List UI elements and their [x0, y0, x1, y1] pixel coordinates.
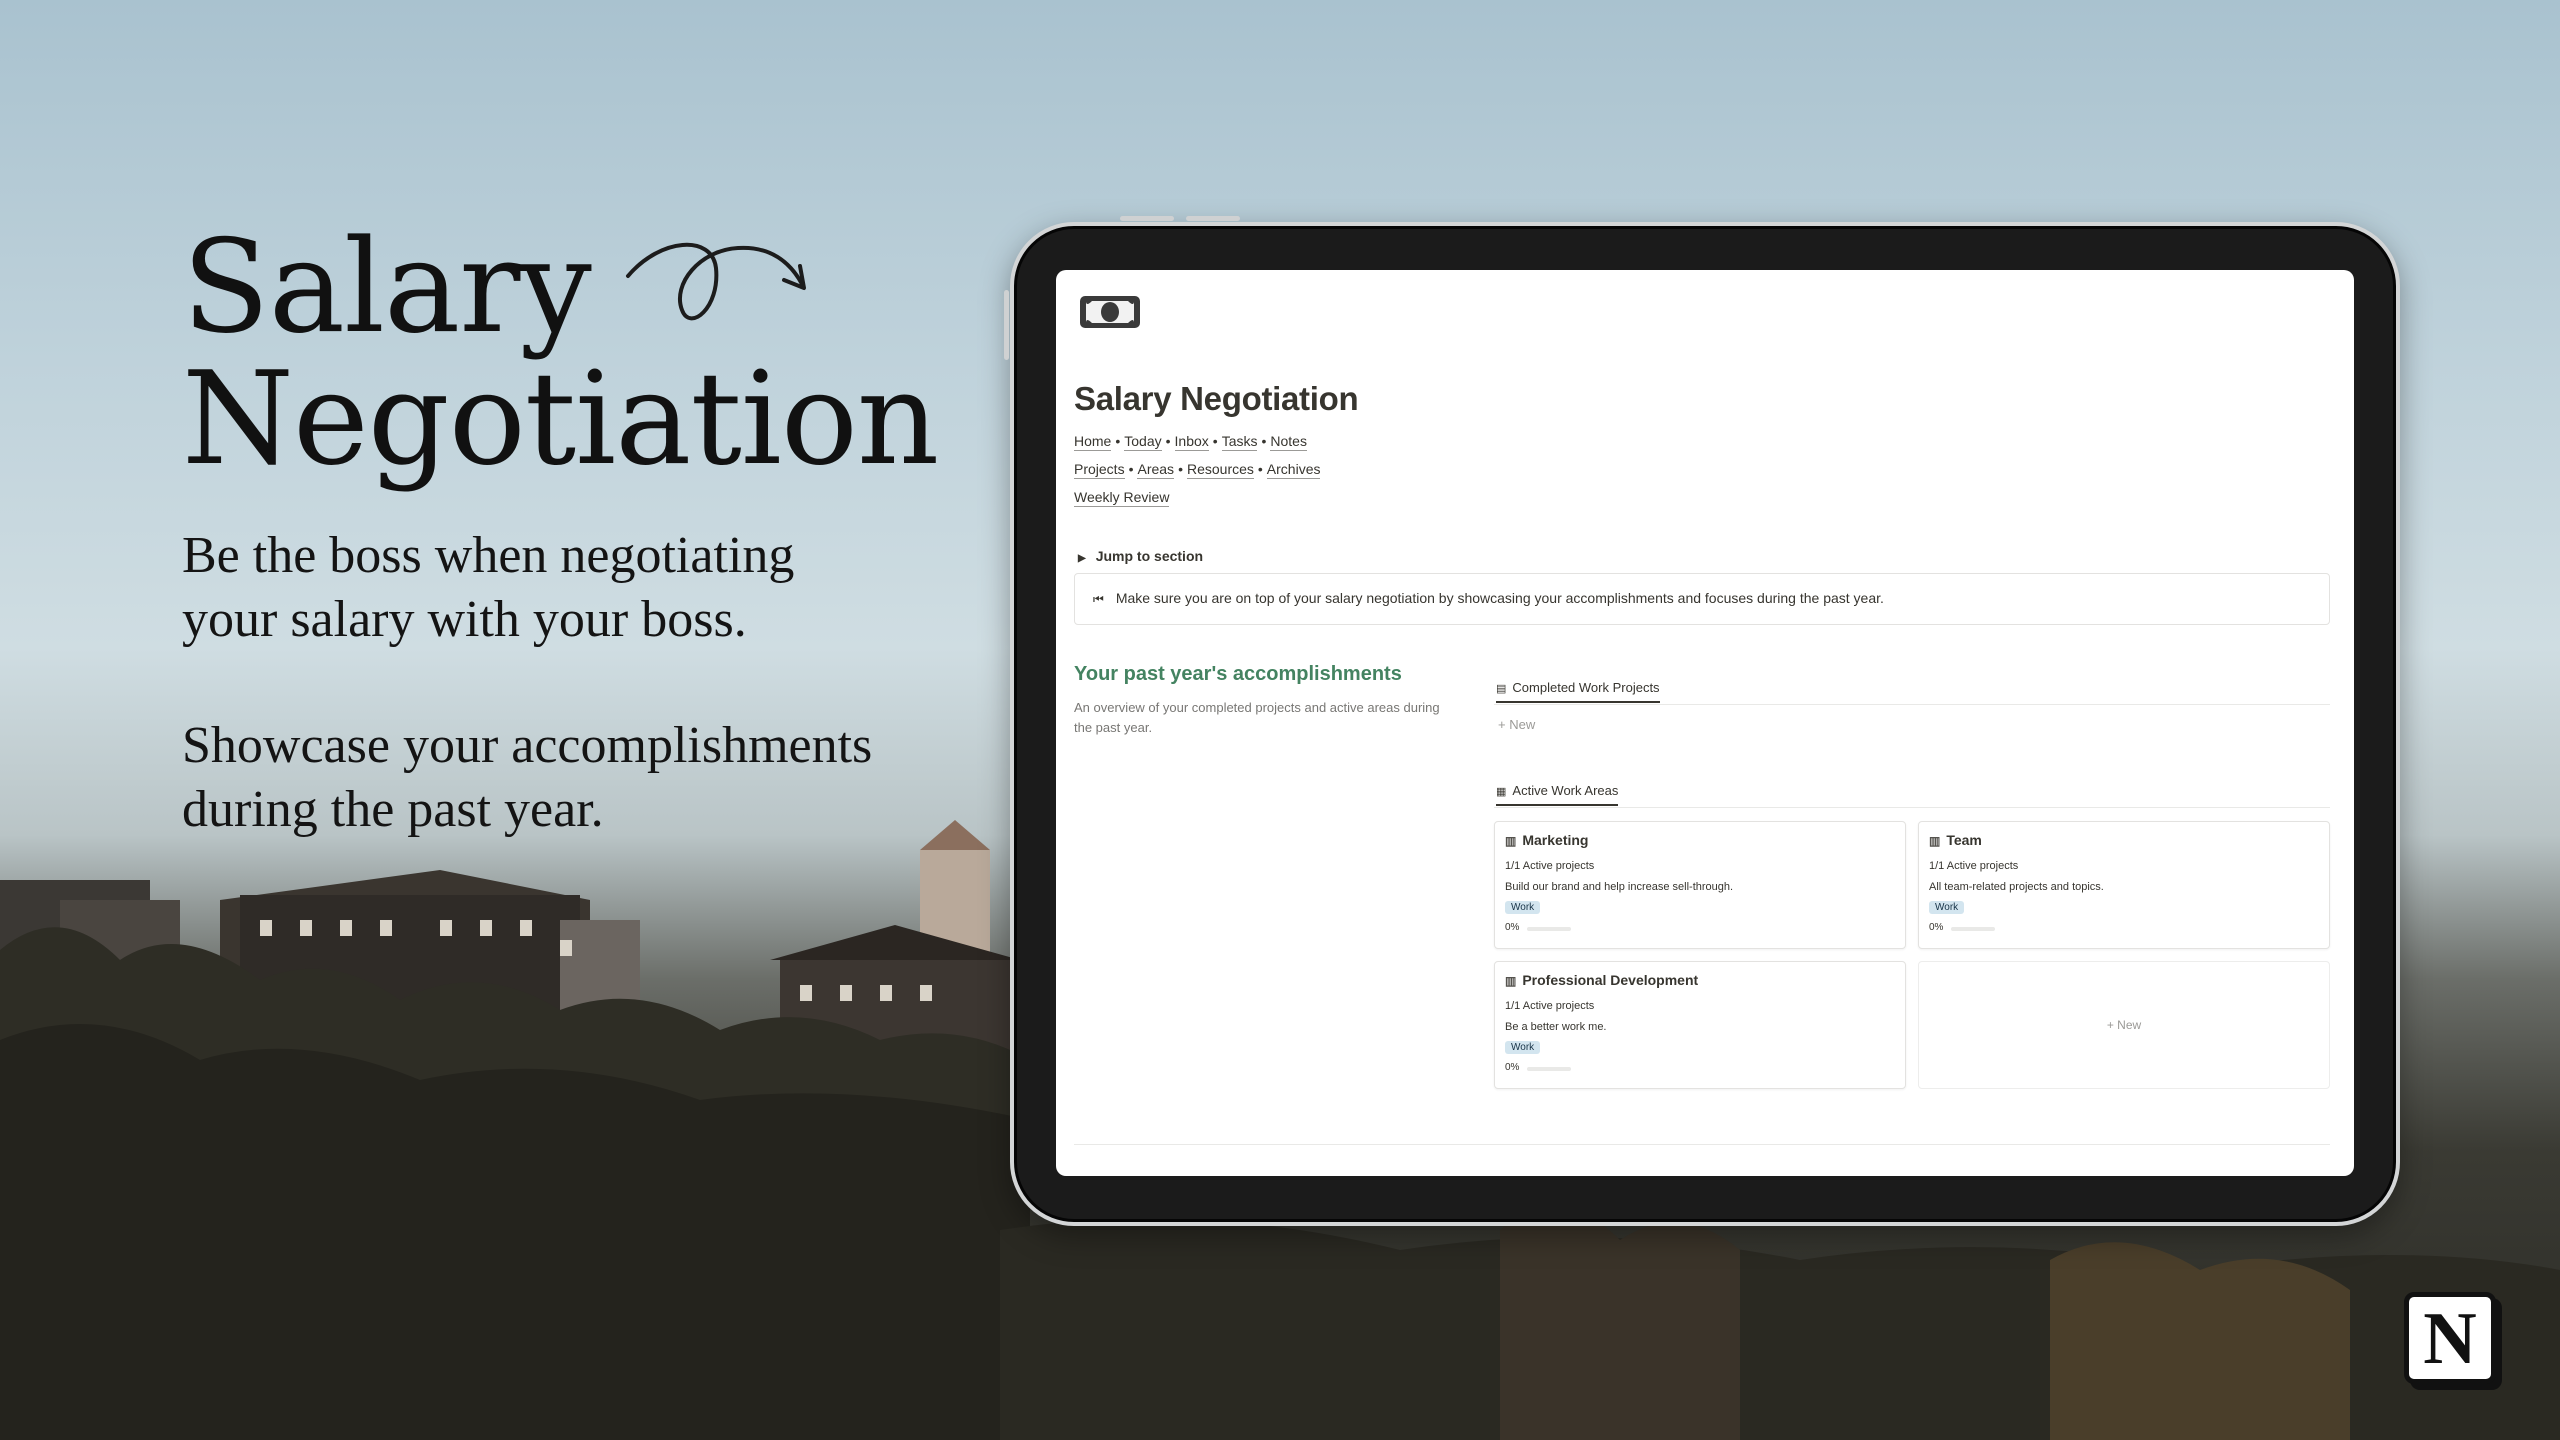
gallery-view-icon: ▦ [1496, 786, 1507, 798]
ipad-volume-button [1186, 216, 1240, 221]
notion-logo-icon: N [2404, 1292, 2496, 1384]
progress-bar [1951, 927, 1995, 931]
callout-text: Make sure you are on top of your salary … [1115, 590, 1884, 606]
nav-separator: • [1257, 461, 1263, 477]
tab-label: Completed Work Projects [1512, 680, 1660, 695]
divider [1494, 807, 2330, 808]
area-card-marketing[interactable]: ▥ Marketing 1/1 Active projects Build our… [1494, 821, 1906, 949]
new-card-button[interactable]: + New [1918, 961, 2330, 1089]
nav-link-resources[interactable]: Resources [1186, 461, 1254, 479]
card-projects-count: 1/1 Active projects [1505, 860, 1595, 872]
hero-subtitle-2-line-2: during the past year. [182, 781, 604, 838]
divider [1494, 704, 2330, 705]
nav-row-2: Projects • Areas • Resources • Archives [1074, 461, 1321, 479]
hero-subtitle-1: Be the boss when negotiating your salary… [182, 524, 982, 652]
list-view-icon: ▤ [1496, 683, 1507, 695]
callout-block: ⏮ Make sure you are on top of your salary… [1074, 573, 2330, 625]
curly-arrow-icon [626, 243, 806, 321]
tab-label: Active Work Areas [1512, 783, 1619, 798]
card-projects-count: 1/1 Active projects [1929, 860, 2019, 872]
card-title-text: Marketing [1522, 832, 1589, 848]
card-title: ▥ Professional Development [1505, 972, 1698, 988]
hero-subtitle-1-line-1: Be the boss when negotiating [182, 527, 795, 584]
nav-separator: • [1115, 433, 1121, 449]
card-description: Be a better work me. [1505, 1021, 1607, 1033]
nav-link-archives[interactable]: Archives [1266, 461, 1321, 479]
new-card-label: + New [2106, 1018, 2142, 1032]
nav-link-tasks[interactable]: Tasks [1221, 433, 1258, 451]
book-icon: ▥ [1505, 974, 1517, 988]
hero-subtitle-2-line-1: Showcase your accomplishments [182, 717, 873, 774]
hero-title-line-1: Salary [182, 213, 592, 362]
book-icon: ▥ [1505, 834, 1517, 848]
ipad-volume-button [1120, 216, 1174, 221]
progress-text: 0% [1505, 922, 1520, 933]
ipad-power-button [1004, 290, 1009, 360]
area-card-team[interactable]: ▥ Team 1/1 Active projects All team-relat… [1918, 821, 2330, 949]
hero-title: Salary Negotiation [182, 222, 942, 486]
card-title: ▥ Team [1929, 832, 1982, 848]
toggle-label: Jump to section [1095, 548, 1204, 564]
new-item-button[interactable]: + New [1498, 717, 1535, 732]
hero-subtitle-1-line-2: your salary with your boss. [182, 591, 747, 648]
card-title-text: Professional Development [1522, 972, 1699, 988]
rewind-icon: ⏮ [1093, 592, 1104, 606]
progress-bar [1527, 927, 1571, 931]
nav-separator: • [1165, 433, 1171, 449]
hero-title-line-2: Negotiation [182, 345, 939, 494]
card-description: All team-related projects and topics. [1929, 881, 2104, 893]
nav-separator: • [1178, 461, 1183, 477]
progress-text: 0% [1929, 922, 1944, 933]
book-icon: ▥ [1929, 834, 1941, 848]
divider [1074, 1144, 2330, 1145]
triangle-right-icon: ▶ [1078, 553, 1086, 564]
nav-separator: • [1261, 433, 1267, 449]
nav-link-inbox[interactable]: Inbox [1174, 433, 1209, 451]
nav-link-projects[interactable]: Projects [1074, 461, 1125, 479]
notion-page: Salary Negotiation Home • Today • Inbox • Task… [1056, 270, 2354, 1176]
progress-text: 0% [1505, 1062, 1520, 1073]
card-projects-count: 1/1 Active projects [1505, 1000, 1595, 1012]
nav-link-today[interactable]: Today [1124, 433, 1162, 451]
nav-separator: • [1128, 461, 1134, 477]
jump-to-section-toggle[interactable]: ▶ Jump to section [1078, 548, 1203, 564]
tag-badge: Work [1505, 901, 1541, 914]
banknote-icon [1080, 296, 1140, 328]
nav-link-weekly-review[interactable]: Weekly Review [1074, 489, 1170, 507]
area-card-professional-development[interactable]: ▥ Professional Development 1/1 Active pro… [1494, 961, 1906, 1089]
section-title: Your past year's accomplishments [1074, 663, 1402, 685]
tab-completed-work-projects[interactable]: ▤ Completed Work Projects [1496, 680, 1660, 703]
section-description: An overview of your completed projects a… [1074, 700, 1440, 735]
tag-badge: Work [1929, 901, 1965, 914]
nav-row-1: Home • Today • Inbox • Tasks • Notes [1074, 433, 1307, 451]
nav-link-home[interactable]: Home [1074, 433, 1112, 451]
nav-link-notes[interactable]: Notes [1270, 433, 1307, 451]
hero-subtitle-2: Showcase your accomplishments during the… [182, 714, 982, 842]
tag-badge: Work [1505, 1041, 1541, 1054]
card-description: Build our brand and help increase sell-t… [1505, 881, 1734, 893]
nav-separator: • [1212, 433, 1218, 449]
nav-link-areas[interactable]: Areas [1137, 461, 1175, 479]
card-title: ▥ Marketing [1505, 832, 1588, 848]
nav-row-3: Weekly Review [1074, 489, 1170, 507]
progress-bar [1527, 1067, 1571, 1071]
card-title-text: Team [1946, 832, 1982, 848]
page-title: Salary Negotiation [1074, 380, 1359, 417]
tab-active-work-areas[interactable]: ▦ Active Work Areas [1496, 783, 1619, 806]
